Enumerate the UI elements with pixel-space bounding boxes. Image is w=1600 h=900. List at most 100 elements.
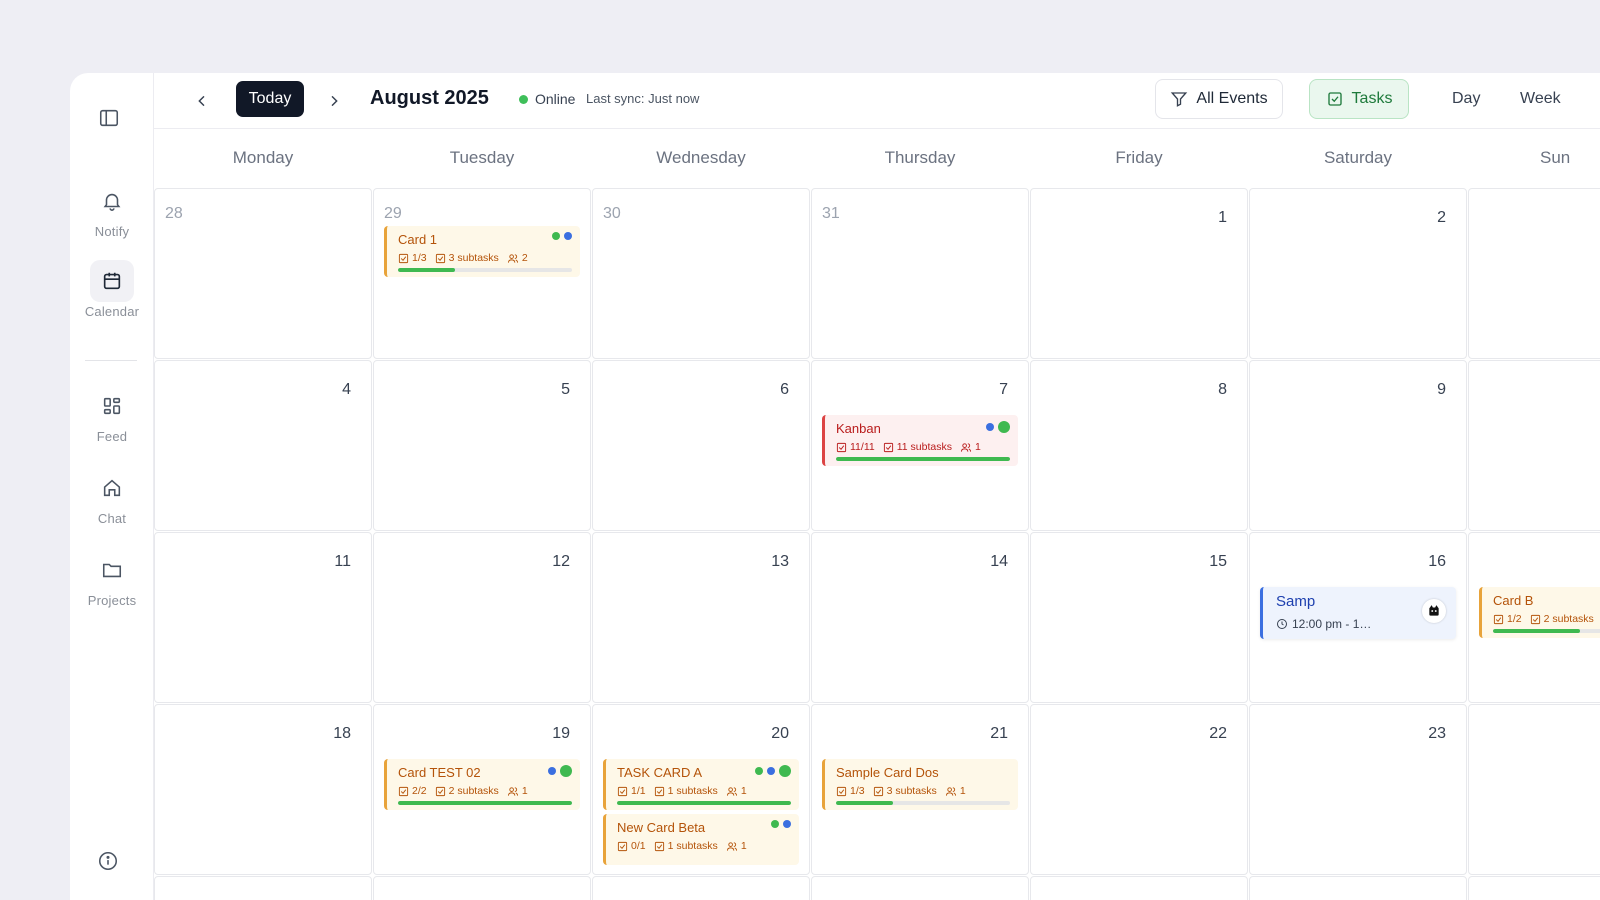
day-cell[interactable]: 6 — [592, 360, 810, 531]
chevron-right-icon — [331, 95, 338, 107]
card-title: New Card Beta — [617, 820, 706, 835]
day-cell[interactable] — [811, 876, 1029, 900]
day-cell[interactable]: 20 TASK CARD A 1/1 1 subtasks 1 New Card… — [592, 704, 810, 875]
day-number: 9 — [1437, 381, 1446, 398]
weekday-label: Thursday — [884, 148, 956, 167]
event-time-text: 12:00 pm - 1… — [1292, 617, 1372, 631]
day-cell[interactable] — [373, 876, 591, 900]
card-subtasks: 2 subtasks — [448, 785, 499, 797]
day-cell[interactable]: 5 — [373, 360, 591, 531]
day-cell[interactable]: 18 — [154, 704, 372, 875]
day-number: 13 — [771, 553, 789, 570]
task-card[interactable]: Kanban 11/11 11 subtasks 1 — [822, 415, 1018, 466]
day-cell[interactable] — [1468, 704, 1600, 875]
day-number: 15 — [1209, 553, 1227, 570]
day-cell[interactable] — [1468, 360, 1600, 531]
sidebar: Notify Calendar Feed Chat Projects — [70, 73, 154, 900]
day-number: 21 — [990, 725, 1008, 742]
filter-label: All Events — [1196, 90, 1268, 107]
day-cell[interactable] — [1468, 188, 1600, 359]
day-cell[interactable]: 23 — [1249, 704, 1467, 875]
day-cell[interactable]: 11 — [154, 532, 372, 703]
card-meta: 11/11 11 subtasks 1 — [836, 441, 981, 453]
users-icon — [507, 253, 518, 263]
sidebar-item-projects[interactable]: Projects — [70, 549, 154, 608]
day-cell[interactable]: 30 — [592, 188, 810, 359]
sidebar-item-chat[interactable]: Chat — [70, 467, 154, 526]
avatar — [1422, 599, 1446, 623]
month-title: August 2025 — [370, 87, 489, 109]
today-button[interactable]: Today — [236, 81, 304, 117]
card-status-dots — [771, 820, 791, 828]
sidebar-toggle-icon[interactable] — [97, 106, 121, 130]
day-cell[interactable]: 15 — [1030, 532, 1248, 703]
calendar-event[interactable]: Samp 12:00 pm - 1… — [1260, 587, 1456, 639]
view-day-button[interactable]: Day — [1452, 90, 1480, 108]
view-week-button[interactable]: Week — [1520, 90, 1561, 108]
card-meta: 0/1 1 subtasks 1 — [617, 840, 747, 852]
day-cell[interactable]: 8 — [1030, 360, 1248, 531]
day-cell[interactable]: 31 — [811, 188, 1029, 359]
day-cell[interactable]: 21 Sample Card Dos 1/3 3 subtasks 1 — [811, 704, 1029, 875]
task-card[interactable]: Card TEST 02 2/2 2 subtasks 1 — [384, 759, 580, 810]
checkbox-icon — [1493, 614, 1504, 624]
day-cell[interactable]: 7 Kanban 11/11 11 subtasks 1 — [811, 360, 1029, 531]
sidebar-item-calendar[interactable]: Calendar — [70, 260, 154, 319]
calendar-icon — [90, 260, 134, 302]
day-cell[interactable] — [592, 876, 810, 900]
task-card[interactable]: New Card Beta 0/1 1 subtasks 1 — [603, 814, 799, 865]
day-cell[interactable]: 19 Card TEST 02 2/2 2 subtasks 1 — [373, 704, 591, 875]
day-cell[interactable]: Card B 1/2 2 subtasks — [1468, 532, 1600, 703]
day-cell[interactable]: 14 — [811, 532, 1029, 703]
card-subtasks: 3 subtasks — [886, 785, 937, 797]
task-card[interactable]: Card B 1/2 2 subtasks — [1479, 587, 1600, 638]
sidebar-item-notify[interactable]: Notify — [70, 180, 154, 239]
day-number: 23 — [1428, 725, 1446, 742]
day-cell[interactable]: 9 — [1249, 360, 1467, 531]
card-subtasks: 3 subtasks — [448, 252, 499, 264]
day-number: 22 — [1209, 725, 1227, 742]
day-cell[interactable]: 28 — [154, 188, 372, 359]
home-icon — [90, 467, 134, 509]
card-progress-bar — [617, 801, 791, 805]
checkbox-icon — [398, 253, 409, 263]
users-icon — [960, 442, 972, 452]
day-cell[interactable]: 4 — [154, 360, 372, 531]
task-card[interactable]: Card 1 1/3 3 subtasks 2 — [384, 226, 580, 277]
prev-month-button[interactable] — [188, 87, 216, 115]
day-cell[interactable]: 29 Card 1 1/3 3 subtasks 2 — [373, 188, 591, 359]
card-progress-bar — [836, 457, 1010, 461]
day-number: 12 — [552, 553, 570, 570]
card-progress-bar — [1493, 629, 1600, 633]
next-month-button[interactable] — [320, 87, 348, 115]
day-number: 2 — [1437, 209, 1446, 226]
day-cell[interactable] — [1249, 876, 1467, 900]
sidebar-item-label: Chat — [97, 511, 127, 526]
sidebar-item-label: Feed — [96, 429, 128, 444]
sidebar-item-label: Projects — [87, 593, 137, 608]
info-icon[interactable] — [97, 850, 121, 874]
day-number: 16 — [1428, 553, 1446, 570]
all-events-filter-button[interactable]: All Events — [1155, 79, 1283, 119]
tasks-label: Tasks — [1351, 90, 1393, 107]
checkbox-icon — [398, 786, 409, 796]
day-cell[interactable] — [1468, 876, 1600, 900]
day-cell[interactable]: 13 — [592, 532, 810, 703]
tasks-toggle-button[interactable]: Tasks — [1309, 79, 1409, 119]
weekday-label: Wednesday — [656, 148, 746, 167]
task-card[interactable]: Sample Card Dos 1/3 3 subtasks 1 — [822, 759, 1018, 810]
day-cell[interactable]: 16 Samp 12:00 pm - 1… — [1249, 532, 1467, 703]
day-cell[interactable]: 22 — [1030, 704, 1248, 875]
sidebar-item-feed[interactable]: Feed — [70, 385, 154, 444]
card-checks: 1/3 — [850, 785, 865, 797]
day-cell[interactable]: 1 — [1030, 188, 1248, 359]
last-sync-text: Last sync: Just now — [586, 91, 700, 106]
day-cell[interactable] — [154, 876, 372, 900]
card-meta: 1/1 1 subtasks 1 — [617, 785, 747, 797]
day-cell[interactable]: 2 — [1249, 188, 1467, 359]
task-card[interactable]: TASK CARD A 1/1 1 subtasks 1 — [603, 759, 799, 810]
card-members: 1 — [740, 840, 747, 852]
card-progress-bar — [836, 801, 1010, 805]
day-cell[interactable] — [1030, 876, 1248, 900]
day-cell[interactable]: 12 — [373, 532, 591, 703]
